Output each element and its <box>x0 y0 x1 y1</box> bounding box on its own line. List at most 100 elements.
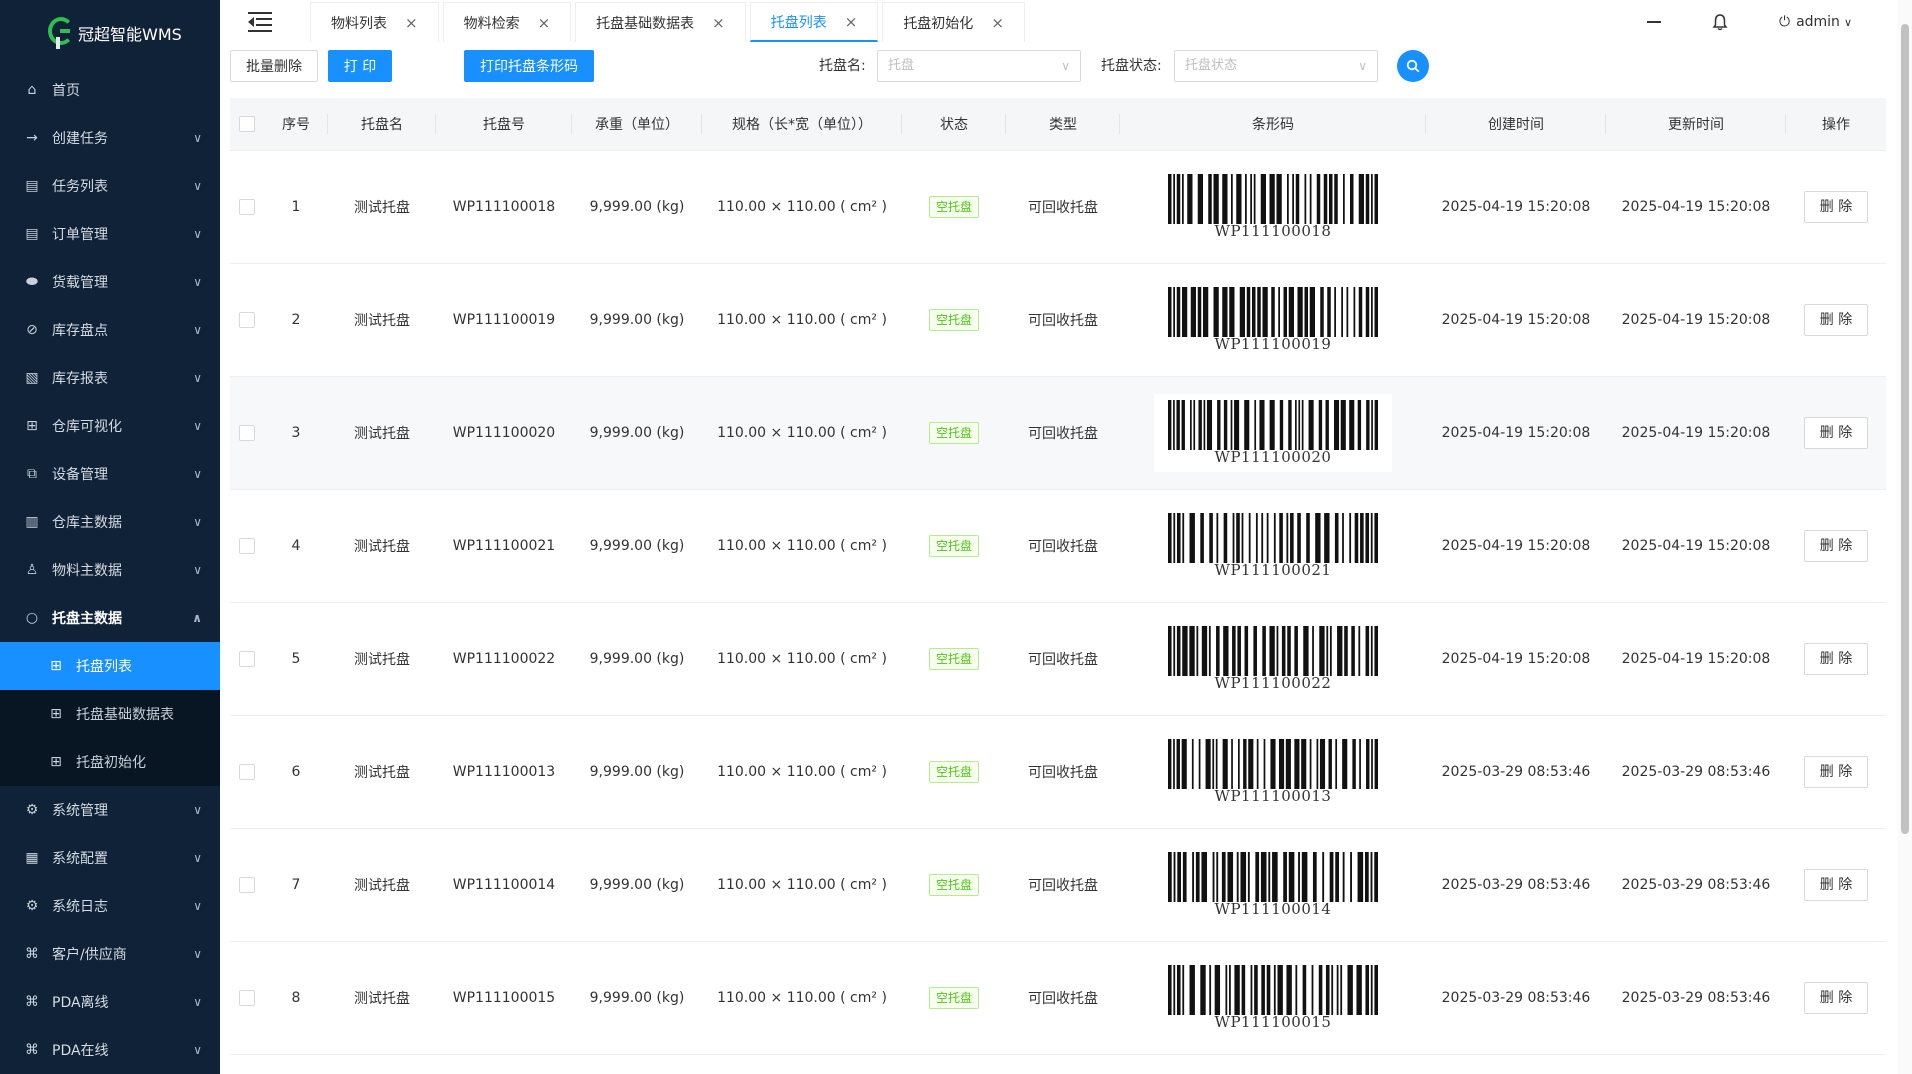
row-checkbox[interactable] <box>239 198 255 215</box>
barcode-text: WP111100022 <box>1214 673 1332 692</box>
sidebar-bottom-item-0[interactable]: ⚙ 系统管理 ∨ <box>0 786 220 834</box>
sidebar-item-2[interactable]: ▤ 任务列表 ∨ <box>0 162 220 210</box>
barcode-cell: WP111100018 <box>1120 150 1426 264</box>
sidebar-item-8[interactable]: ⧉ 设备管理 ∨ <box>0 450 220 498</box>
table-row[interactable]: 7 测试托盘 WP111100014 9,999.00 (kg) 110.00 × 11… <box>230 828 1886 942</box>
barcode-bar <box>1269 399 1275 450</box>
sidebar-item-6[interactable]: ▧ 库存报表 ∨ <box>0 354 220 402</box>
scrollbar-thumb[interactable] <box>1901 24 1909 834</box>
app-logo[interactable]: 冠超智能WMS <box>0 0 220 66</box>
row-checkbox[interactable] <box>239 650 255 667</box>
table-row[interactable]: 2 测试托盘 WP111100019 9,999.00 (kg) 110.00 × 11… <box>230 263 1886 377</box>
delete-button[interactable]: 删 除 <box>1804 981 1868 1014</box>
type-cell: 可回收托盘 <box>1006 715 1120 829</box>
print-barcode-button[interactable]: 打印托盘条形码 <box>464 50 594 82</box>
table-row[interactable]: 8 测试托盘 WP111100015 9,999.00 (kg) 110.00 × 11… <box>230 941 1886 1055</box>
barcode-bar <box>1182 173 1184 224</box>
page-scrollbar[interactable] <box>1898 0 1912 1074</box>
barcode-image <box>1168 399 1378 450</box>
table-row[interactable]: 1 测试托盘 WP111100018 9,999.00 (kg) 110.00 × 11… <box>230 150 1886 264</box>
sidebar-item-9[interactable]: ▥ 仓库主数据 ∨ <box>0 498 220 546</box>
close-icon[interactable]: × <box>538 14 551 32</box>
barcode-text: WP111100020 <box>1214 447 1332 466</box>
tab-0[interactable]: 物料列表 × <box>310 2 439 42</box>
created-time: 2025-04-19 15:20:08 <box>1441 311 1591 328</box>
row-index-cell: 7 <box>264 828 328 942</box>
type-cell: 可回收托盘 <box>1006 489 1120 603</box>
row-checkbox[interactable] <box>239 311 255 328</box>
sidebar-item-11[interactable]: ○ 托盘主数据 ∧ <box>0 594 220 642</box>
delete-button[interactable]: 删 除 <box>1804 755 1868 788</box>
close-icon[interactable]: × <box>845 13 858 31</box>
barcode-bar <box>1285 738 1291 789</box>
sidebar-bottom-item-2[interactable]: ⚙ 系统日志 ∨ <box>0 882 220 930</box>
delete-button[interactable]: 删 除 <box>1804 303 1868 336</box>
table-row[interactable]: 3 测试托盘 WP111100020 9,999.00 (kg) 110.00 × 11… <box>230 376 1886 490</box>
column-header-label: 条形码 <box>1252 116 1294 133</box>
close-icon[interactable]: × <box>712 14 725 32</box>
tab-1[interactable]: 物料检索 × <box>442 2 572 42</box>
submenu-item-2[interactable]: ⊞ 托盘初始化 <box>0 738 220 786</box>
close-icon[interactable]: × <box>991 14 1004 32</box>
barcode-bar <box>1297 286 1303 337</box>
pallet-status-select[interactable]: 托盘状态 ∨ <box>1174 50 1378 82</box>
pallet-name-select[interactable]: 托盘 ∨ <box>877 50 1081 82</box>
barcode-bar <box>1306 512 1310 563</box>
sidebar-item-1[interactable]: → 创建任务 ∨ <box>0 114 220 162</box>
barcode-bar <box>1255 851 1260 902</box>
load-capacity: 9,999.00 (kg) <box>589 763 685 780</box>
delete-button[interactable]: 删 除 <box>1804 416 1868 449</box>
sidebar-item-5[interactable]: ⊘ 库存盘点 ∨ <box>0 306 220 354</box>
delete-button[interactable]: 删 除 <box>1804 642 1868 675</box>
sidebar-bottom-item-4[interactable]: ⌘ PDA离线 ∨ <box>0 978 220 1026</box>
sidebar-item-4[interactable]: ⬬ 货载管理 ∨ <box>0 258 220 306</box>
menu-fold-icon[interactable] <box>248 10 272 32</box>
barcode-bar <box>1304 173 1307 224</box>
created-time: 2025-03-29 08:53:46 <box>1441 989 1591 1006</box>
tab-4[interactable]: 托盘初始化 × <box>882 2 1025 42</box>
barcode-bar <box>1374 399 1378 450</box>
print-button[interactable]: 打 印 <box>328 50 392 82</box>
column-header: 操作 <box>1786 98 1886 151</box>
user-menu[interactable]: ⏻ admin ∨ <box>1779 14 1852 30</box>
minimize-button[interactable] <box>1646 21 1661 23</box>
barcode-bar <box>1168 286 1172 337</box>
sidebar-item-0[interactable]: ⌂ 首页 <box>0 66 220 114</box>
status-badge: 空托盘 <box>928 534 979 557</box>
table-row[interactable]: 6 测试托盘 WP111100013 9,999.00 (kg) 110.00 × 11… <box>230 715 1886 829</box>
row-select-cell <box>230 602 264 716</box>
barcode-text: WP111100014 <box>1214 899 1332 918</box>
row-checkbox[interactable] <box>239 989 255 1006</box>
action-cell: 删 除 <box>1786 828 1886 942</box>
sidebar-item-7[interactable]: ⊞ 仓库可视化 ∨ <box>0 402 220 450</box>
select-all-checkbox[interactable] <box>239 115 255 132</box>
close-icon[interactable]: × <box>405 14 418 32</box>
search-button[interactable] <box>1397 50 1429 82</box>
sidebar-bottom-item-1[interactable]: ▦ 系统配置 ∨ <box>0 834 220 882</box>
row-checkbox[interactable] <box>239 876 255 893</box>
submenu-item-1[interactable]: ⊞ 托盘基础数据表 <box>0 690 220 738</box>
sidebar-bottom-item-3[interactable]: ⌘ 客户/供应商 ∨ <box>0 930 220 978</box>
sidebar-item-3[interactable]: ▤ 订单管理 ∨ <box>0 210 220 258</box>
submenu-item-0[interactable]: ⊞ 托盘列表 <box>0 642 220 690</box>
batch-delete-button[interactable]: 批量删除 <box>230 50 318 82</box>
barcode-bar <box>1168 738 1172 789</box>
tab-2[interactable]: 托盘基础数据表 × <box>575 2 746 42</box>
sidebar-item-10[interactable]: ♙ 物料主数据 ∨ <box>0 546 220 594</box>
type-cell: 可回收托盘 <box>1006 150 1120 264</box>
barcode-bar <box>1209 512 1213 563</box>
row-checkbox[interactable] <box>239 763 255 780</box>
sidebar-bottom-item-5[interactable]: ⌘ PDA在线 ∨ <box>0 1026 220 1074</box>
tab-3[interactable]: 托盘列表 × <box>749 2 879 42</box>
delete-button[interactable]: 删 除 <box>1804 529 1868 562</box>
row-checkbox[interactable] <box>239 537 255 554</box>
barcode-bar <box>1359 738 1361 789</box>
table-row[interactable]: 4 测试托盘 WP111100021 9,999.00 (kg) 110.00 × 11… <box>230 489 1886 603</box>
barcode-bar <box>1329 625 1332 676</box>
row-checkbox[interactable] <box>239 424 255 441</box>
toolbar: 批量删除 打 印 打印托盘条形码 托盘名: 托盘 ∨ 托盘状态: 托盘状态 ∨ <box>230 50 1890 82</box>
table-row[interactable]: 5 测试托盘 WP111100022 9,999.00 (kg) 110.00 × 11… <box>230 602 1886 716</box>
notification-button[interactable] <box>1711 13 1729 31</box>
delete-button[interactable]: 删 除 <box>1804 868 1868 901</box>
delete-button[interactable]: 删 除 <box>1804 190 1868 223</box>
